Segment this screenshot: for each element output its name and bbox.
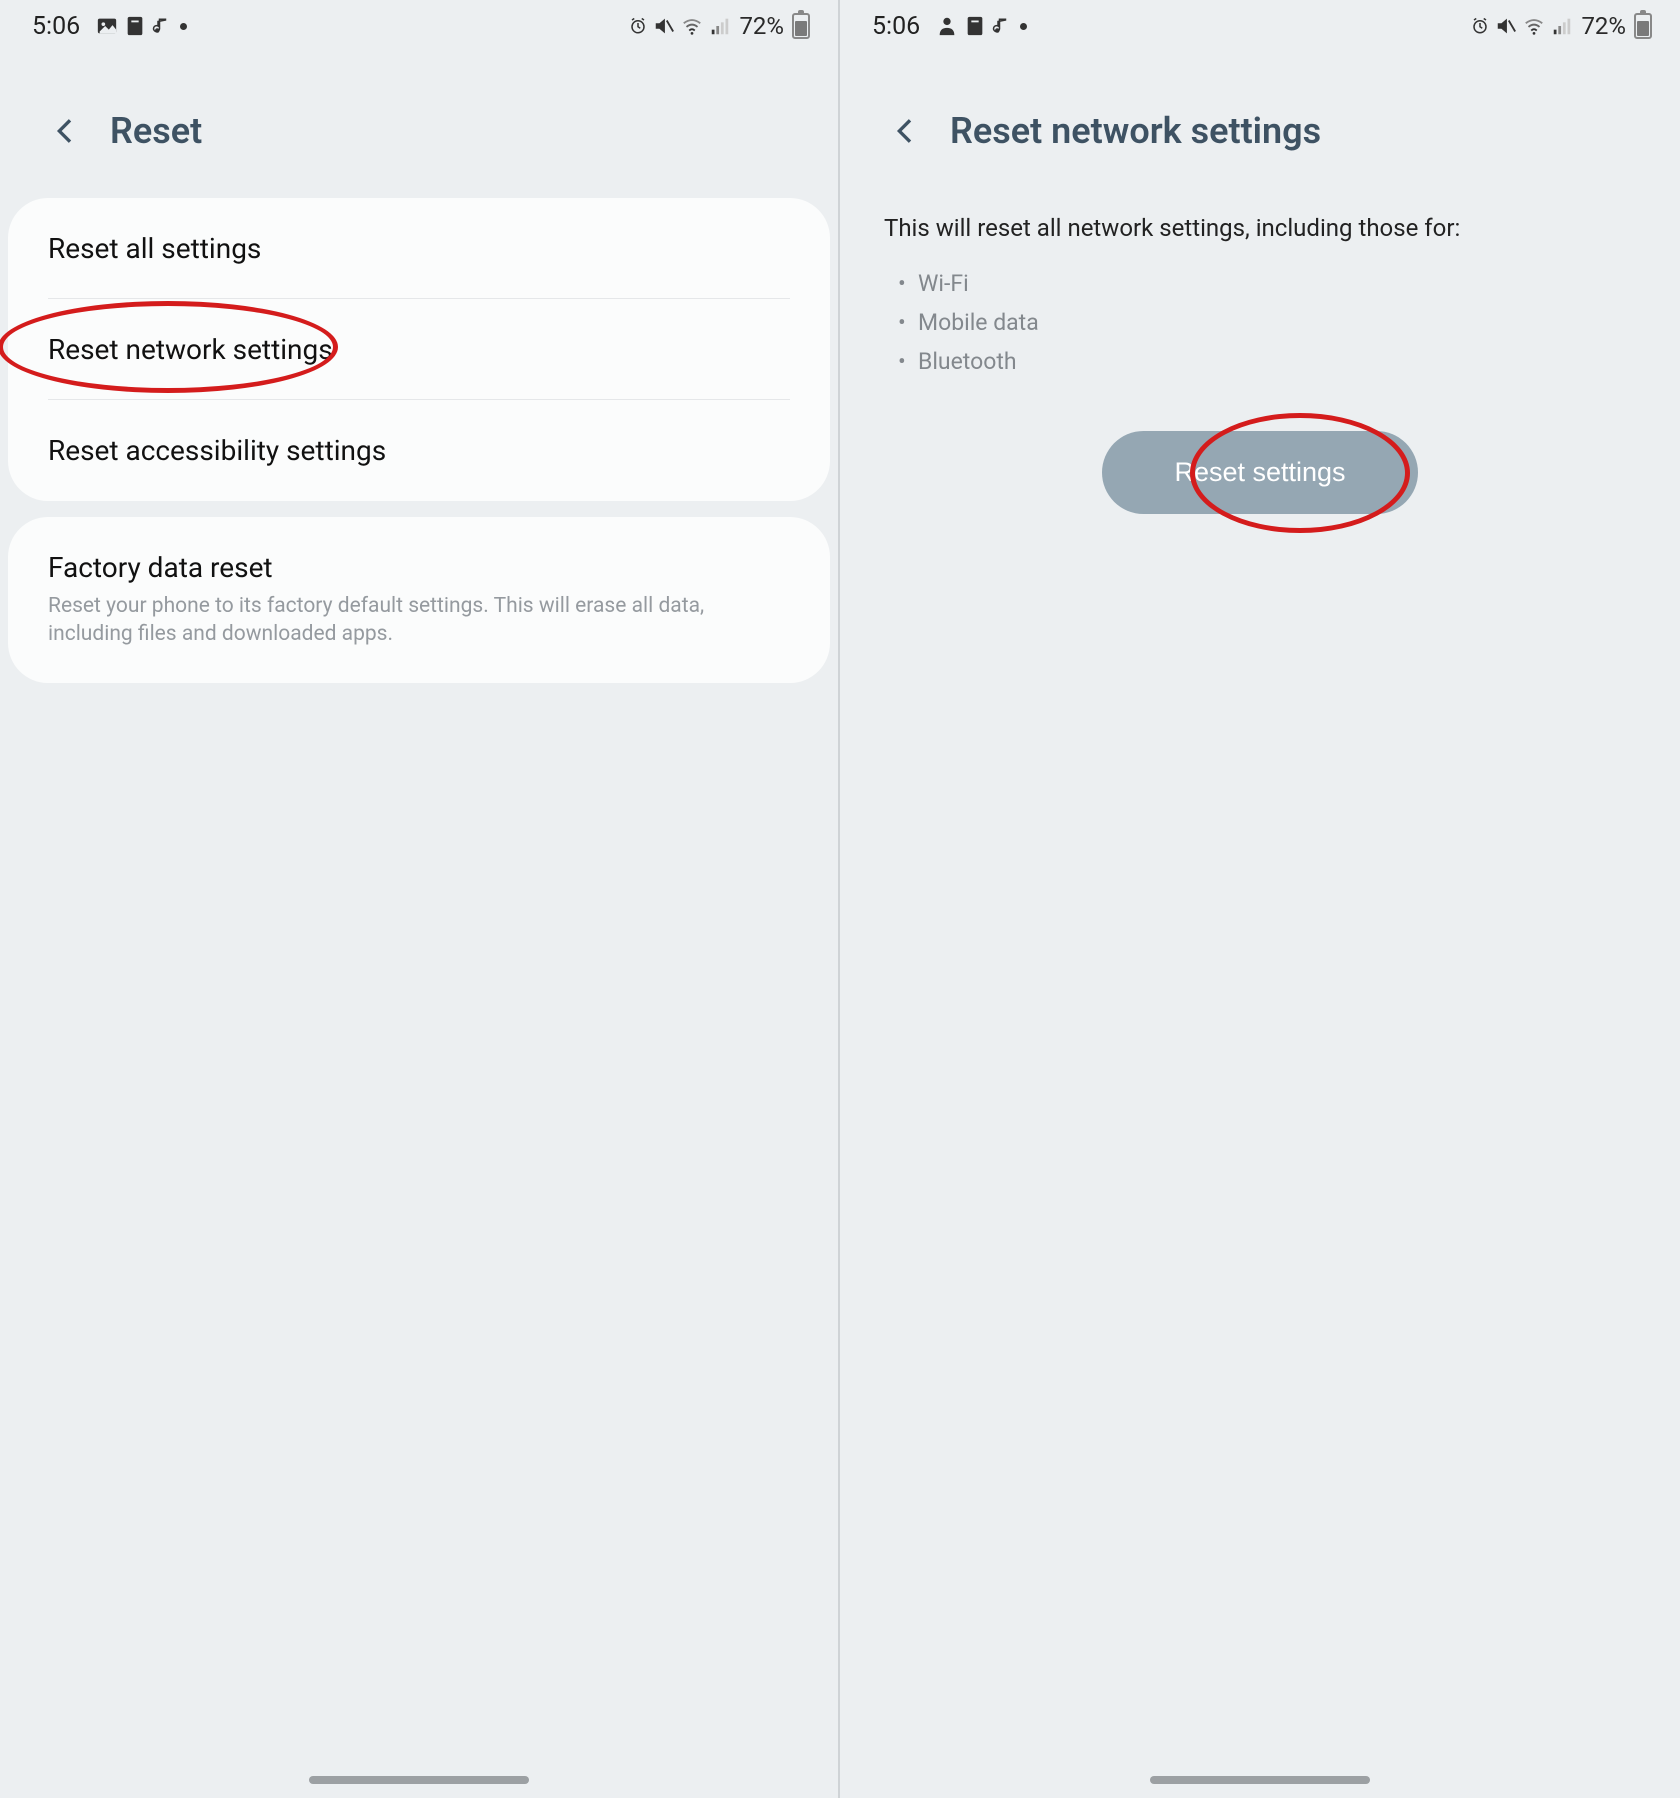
- page-title: Reset: [110, 110, 202, 152]
- alarm-icon: [1471, 17, 1489, 35]
- mute-icon: [653, 15, 675, 37]
- reset-all-settings-item[interactable]: Reset all settings: [8, 198, 830, 299]
- music-note-icon: [992, 17, 1010, 35]
- home-indicator[interactable]: [1150, 1776, 1370, 1784]
- home-indicator[interactable]: [309, 1776, 529, 1784]
- factory-reset-card: Factory data reset Reset your phone to i…: [8, 517, 830, 683]
- battery-percentage: 72%: [1581, 12, 1626, 40]
- status-time: 5:06: [32, 12, 80, 41]
- battery-percentage: 72%: [739, 12, 784, 40]
- status-left: 5:06: [32, 12, 187, 41]
- back-icon[interactable]: [50, 115, 82, 147]
- status-left: 5:06: [872, 12, 1027, 41]
- wifi-icon: [681, 15, 703, 37]
- nfc-icon: [964, 15, 986, 37]
- nfc-icon: [124, 15, 146, 37]
- list-item: Mobile data: [918, 303, 1636, 342]
- reset-settings-button[interactable]: Reset settings: [1102, 431, 1417, 514]
- header: Reset: [0, 50, 838, 182]
- status-bar: 5:06 72%: [840, 0, 1680, 50]
- header: Reset network settings: [840, 50, 1680, 182]
- status-bar: 5:06 72%: [0, 0, 838, 50]
- image-icon: [96, 15, 118, 37]
- status-right: 72%: [629, 12, 810, 40]
- status-notification-icons: [936, 15, 1027, 37]
- button-container: Reset settings: [840, 431, 1680, 514]
- reset-accessibility-settings-item[interactable]: Reset accessibility settings: [8, 400, 830, 501]
- list-item: Bluetooth: [918, 342, 1636, 381]
- reset-network-settings-item[interactable]: Reset network settings: [8, 299, 830, 400]
- signal-icon: [709, 15, 731, 37]
- signal-icon: [1551, 15, 1573, 37]
- dot-icon: [180, 23, 187, 30]
- screen-reset-menu: 5:06 72% Reset Reset all settings Reset …: [0, 0, 840, 1798]
- menu-item-label: Reset all settings: [48, 232, 790, 265]
- back-icon[interactable]: [890, 115, 922, 147]
- person-icon: [936, 15, 958, 37]
- factory-data-reset-item[interactable]: Factory data reset Reset your phone to i…: [8, 517, 830, 683]
- menu-item-label: Reset accessibility settings: [48, 434, 790, 467]
- wifi-icon: [1523, 15, 1545, 37]
- battery-icon: [1634, 13, 1652, 39]
- reset-items-list: Wi-Fi Mobile data Bluetooth: [840, 264, 1680, 401]
- alarm-icon: [629, 17, 647, 35]
- description-text: This will reset all network settings, in…: [840, 182, 1680, 264]
- dot-icon: [1020, 23, 1027, 30]
- reset-options-card: Reset all settings Reset network setting…: [8, 198, 830, 501]
- status-time: 5:06: [872, 12, 920, 41]
- screen-reset-network: 5:06 72% Reset network settings This wil…: [840, 0, 1680, 1798]
- mute-icon: [1495, 15, 1517, 37]
- list-item: Wi-Fi: [918, 264, 1636, 303]
- music-note-icon: [152, 17, 170, 35]
- menu-item-label: Factory data reset: [48, 551, 790, 584]
- battery-icon: [792, 13, 810, 39]
- menu-item-description: Reset your phone to its factory default …: [48, 592, 790, 649]
- page-title: Reset network settings: [950, 110, 1321, 152]
- menu-item-label: Reset network settings: [48, 333, 790, 366]
- status-right: 72%: [1471, 12, 1652, 40]
- status-notification-icons: [96, 15, 187, 37]
